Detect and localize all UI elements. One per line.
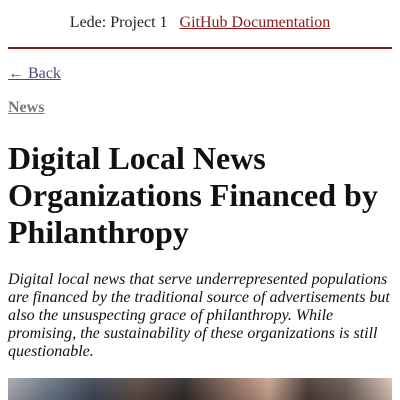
nav-divider: [8, 47, 392, 49]
category-link-news[interactable]: News: [8, 98, 44, 118]
project-title: Lede: Project 1: [69, 14, 168, 31]
top-nav: Lede: Project 1 GitHub Documentation: [0, 13, 400, 33]
back-link[interactable]: ← Back: [8, 64, 61, 84]
github-documentation-link[interactable]: GitHub Documentation: [180, 14, 331, 31]
article-hero-image: [8, 378, 392, 400]
article-title: Digital Local News Organizations Finance…: [8, 140, 378, 250]
article-lede: Digital local news that serve underrepre…: [8, 271, 390, 360]
